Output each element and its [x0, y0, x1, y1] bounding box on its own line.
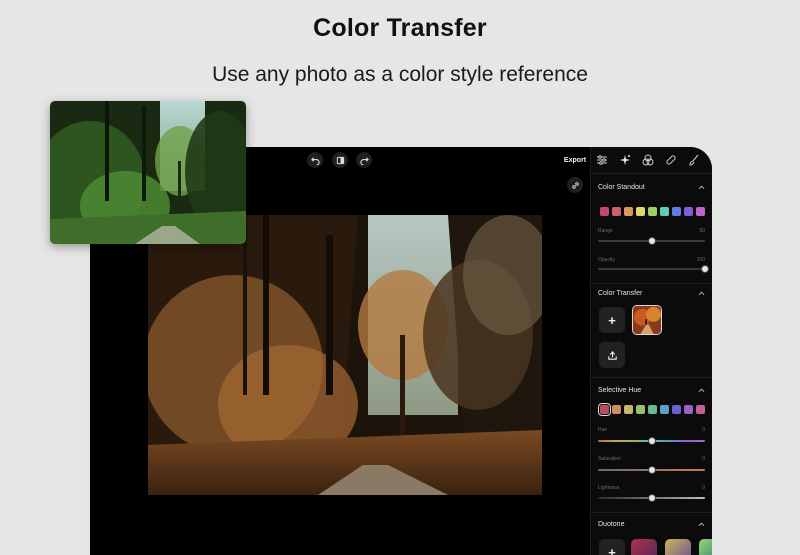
- plus-icon: +: [608, 312, 616, 328]
- chevron-up-icon[interactable]: [698, 387, 705, 394]
- slider-label: Opacity: [598, 257, 615, 263]
- reference-thumbnail[interactable]: [632, 305, 662, 335]
- divider: [591, 283, 712, 284]
- color-swatch[interactable]: [624, 405, 633, 414]
- duotone-preset[interactable]: [631, 539, 657, 555]
- brush-icon: [689, 154, 699, 166]
- hue-slider-knob[interactable]: [647, 437, 656, 445]
- magic-icon: [620, 155, 630, 165]
- range-slider-knob[interactable]: [647, 237, 656, 245]
- compare-button[interactable]: [332, 152, 348, 168]
- color-swatch[interactable]: [624, 207, 633, 216]
- color-swatch[interactable]: [648, 207, 657, 216]
- color-swatch[interactable]: [636, 405, 645, 414]
- selective-hue-swatches: [598, 403, 705, 416]
- divider: [591, 377, 712, 378]
- color-swatch[interactable]: [612, 405, 621, 414]
- bandage-icon: [666, 155, 676, 165]
- color-swatch[interactable]: [612, 207, 621, 216]
- color-swatch[interactable]: [696, 405, 705, 414]
- link-button[interactable]: [567, 177, 583, 193]
- redo-button[interactable]: [356, 152, 372, 168]
- slider-label: Lightness: [598, 485, 620, 491]
- plus-icon: +: [608, 544, 616, 555]
- edited-photo[interactable]: [148, 215, 542, 495]
- slider-value: 50: [699, 228, 705, 234]
- slider-value: 0: [702, 485, 705, 491]
- slider-value: 0: [702, 427, 705, 433]
- lightness-slider-knob[interactable]: [647, 494, 656, 502]
- slider-label: Hue: [598, 427, 608, 433]
- tab-adjust[interactable]: [596, 154, 608, 166]
- color-swatch[interactable]: [648, 405, 657, 414]
- opacity-slider[interactable]: [598, 268, 705, 270]
- color-swatch[interactable]: [672, 405, 681, 414]
- import-reference-button[interactable]: [599, 342, 625, 368]
- color-circles-icon: [642, 154, 654, 166]
- divider: [591, 512, 712, 513]
- duotone-preset[interactable]: [699, 539, 712, 555]
- opacity-slider-knob[interactable]: [701, 265, 709, 273]
- color-swatch[interactable]: [684, 405, 693, 414]
- redo-icon: [359, 156, 369, 165]
- tab-magic[interactable]: [619, 154, 631, 166]
- slider-label: Saturation: [598, 456, 621, 462]
- chevron-up-icon[interactable]: [698, 184, 705, 191]
- slider-value: 0: [702, 456, 705, 462]
- export-button[interactable]: Export: [560, 155, 590, 167]
- adjustments-panel: Color Standout Range 50 Opacity 100 Colo…: [590, 147, 712, 555]
- section-title-color-standout: Color Standout: [598, 184, 645, 191]
- color-standout-swatches: [600, 207, 705, 216]
- compare-icon: [336, 156, 344, 164]
- color-swatch[interactable]: [696, 207, 705, 216]
- color-swatch[interactable]: [684, 207, 693, 216]
- tab-brush[interactable]: [688, 154, 700, 166]
- chevron-up-icon[interactable]: [698, 521, 705, 528]
- import-icon: [607, 350, 617, 360]
- slider-value: 100: [696, 257, 705, 263]
- add-reference-button[interactable]: +: [599, 307, 625, 333]
- color-swatch[interactable]: [672, 207, 681, 216]
- reference-photo[interactable]: [50, 101, 246, 244]
- tab-heal[interactable]: [665, 154, 677, 166]
- slider-label: Range: [598, 228, 613, 234]
- reference-thumbnail-image: [633, 306, 661, 334]
- divider: [591, 173, 712, 174]
- page-subtitle: Use any photo as a color style reference: [212, 63, 588, 86]
- adjust-icon: [597, 155, 607, 165]
- link-icon: [571, 181, 579, 189]
- color-swatch[interactable]: [600, 207, 609, 216]
- section-title-selective-hue: Selective Hue: [598, 387, 642, 394]
- color-swatch[interactable]: [660, 207, 669, 216]
- page-title: Color Transfer: [313, 14, 487, 42]
- section-title-color-transfer: Color Transfer: [598, 290, 643, 297]
- duotone-preset[interactable]: [665, 539, 691, 555]
- chevron-up-icon[interactable]: [698, 290, 705, 297]
- undo-icon: [310, 156, 320, 165]
- saturation-slider-knob[interactable]: [647, 466, 656, 474]
- add-duotone-button[interactable]: +: [599, 539, 625, 555]
- section-title-duotone: Duotone: [598, 521, 625, 528]
- panel-tabs: [591, 147, 712, 173]
- color-swatch[interactable]: [598, 403, 611, 416]
- color-swatch[interactable]: [636, 207, 645, 216]
- undo-button[interactable]: [307, 152, 323, 168]
- tab-color-mix[interactable]: [642, 154, 654, 166]
- color-swatch[interactable]: [660, 405, 669, 414]
